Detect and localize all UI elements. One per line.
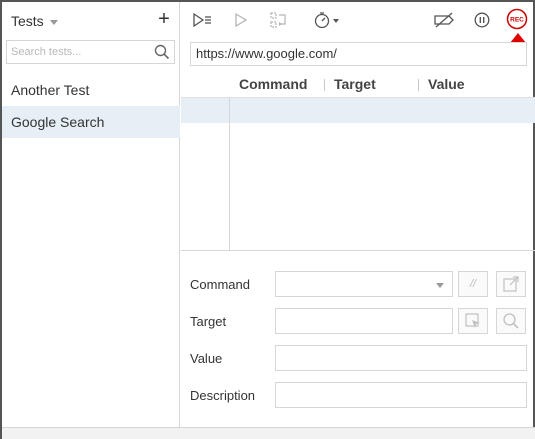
speed-icon [314,12,339,29]
select-target-icon [465,313,480,328]
command-select[interactable] [275,271,453,297]
value-label: Value [190,351,223,366]
record-button[interactable]: REC [506,8,528,30]
disable-breakpoints-icon [434,12,454,28]
caret-down-icon [436,283,444,288]
command-input[interactable] [276,272,452,296]
description-field[interactable] [275,382,527,408]
run-all-icon [193,13,211,27]
test-item-selected[interactable]: Google Search [2,106,180,138]
value-field[interactable] [275,345,527,371]
disable-breakpoints-button[interactable] [433,10,455,30]
description-input[interactable] [276,383,526,407]
speed-dropdown[interactable] [312,10,344,30]
sidebar-title: Tests [11,13,44,29]
base-url-input[interactable]: https://www.google.com/ [190,42,527,66]
ide-window: Tests + Another Test Google Search [0,0,535,439]
target-label: Target [190,314,227,329]
record-label: REC [510,17,524,24]
test-item[interactable]: Another Test [2,74,180,106]
sidebar-header: Tests + [2,2,180,38]
target-field[interactable] [275,308,453,334]
run-button[interactable] [230,10,252,30]
select-target-button[interactable] [458,308,488,334]
comment-label: // [469,278,477,290]
table-row-selected[interactable] [181,98,535,123]
comment-button[interactable]: // [458,271,488,297]
search-icon[interactable] [154,44,170,60]
search-box [6,40,175,64]
command-editor: Command // Target Value Description [181,252,535,427]
pause-button[interactable] [471,10,493,30]
tests-sidebar: Tests + Another Test Google Search [2,2,180,427]
caret-down-icon [49,19,58,25]
commands-table-header: Command Target Value [181,72,535,96]
description-label: Description [190,388,256,403]
tests-dropdown[interactable]: Tests [11,13,58,29]
step-button[interactable] [268,10,290,30]
column-divider [418,79,419,91]
step-icon [270,12,286,28]
column-value: Value [428,76,465,92]
row-number-gutter [229,98,230,250]
pause-icon [474,12,490,28]
toolbar: REC [181,2,535,38]
find-target-button[interactable] [496,308,526,334]
open-reference-button[interactable] [496,271,526,297]
commands-table [181,97,535,251]
tests-list: Another Test Google Search [2,74,180,138]
run-icon [235,13,248,27]
search-tests-input[interactable] [7,41,152,63]
record-icon: REC [506,8,528,30]
column-target: Target [334,76,376,92]
target-input[interactable] [276,309,452,333]
status-bar [2,427,535,439]
search-icon [503,313,519,329]
value-input[interactable] [276,346,526,370]
column-divider [324,79,325,91]
add-test-button[interactable]: + [155,8,173,30]
command-label: Command [190,277,250,292]
column-command: Command [239,76,308,92]
open-external-icon [503,276,519,292]
run-all-button[interactable] [192,10,214,30]
